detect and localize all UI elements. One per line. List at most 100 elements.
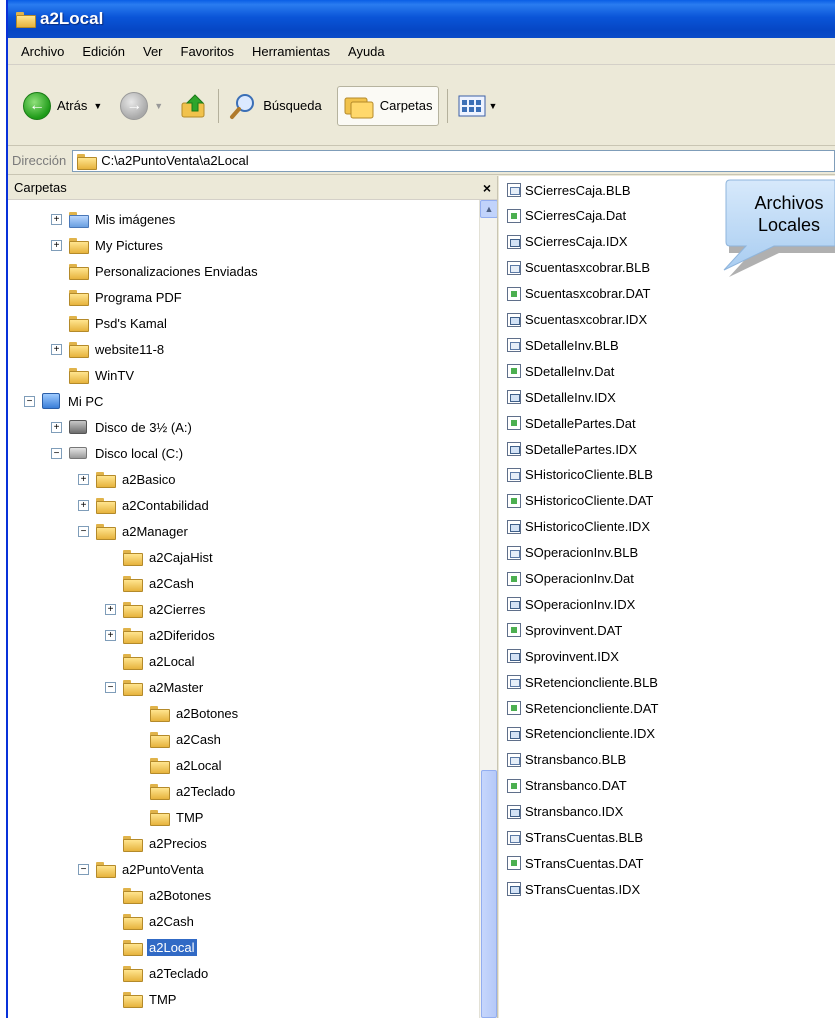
file-item[interactable]: Scuentasxcobrar.DAT — [507, 282, 650, 306]
collapse-icon[interactable]: − — [24, 395, 35, 407]
file-item[interactable]: SDetallePartes.IDX — [507, 437, 637, 461]
forward-button[interactable]: → ▼ — [115, 86, 168, 126]
tree-item[interactable]: − Mi PC — [24, 388, 105, 414]
file-item[interactable]: SDetalleInv.BLB — [507, 333, 619, 357]
file-item[interactable]: SDetalleInv.Dat — [507, 359, 614, 383]
expand-icon[interactable]: + — [51, 421, 62, 433]
file-item[interactable]: SDetalleInv.IDX — [507, 385, 616, 409]
file-item[interactable]: SDetallePartes.Dat — [507, 411, 636, 435]
image-folder-icon — [69, 212, 89, 228]
file-item[interactable]: STransCuentas.DAT — [507, 851, 644, 875]
collapse-icon[interactable]: − — [78, 525, 89, 537]
close-icon[interactable]: × — [483, 180, 491, 196]
tree-item-label: website11-8 — [95, 341, 165, 357]
file-item[interactable]: SHistoricoCliente.DAT — [507, 489, 653, 513]
title-bar[interactable]: a2Local — [8, 0, 835, 38]
collapse-icon[interactable]: − — [105, 681, 116, 693]
file-item[interactable]: Scuentasxcobrar.IDX — [507, 308, 647, 332]
idx-file-icon — [507, 390, 521, 405]
search-button[interactable]: Búsqueda — [223, 86, 327, 126]
tree-item[interactable]: a2Cash — [105, 908, 196, 934]
tree-item[interactable]: + My Pictures — [51, 232, 165, 258]
address-field[interactable]: C:\a2PuntoVenta\a2Local — [72, 149, 835, 172]
tree-item[interactable]: + a2Diferidos — [105, 622, 217, 648]
file-item[interactable]: SCierresCaja.Dat — [507, 204, 626, 228]
file-item[interactable]: STransCuentas.IDX — [507, 877, 640, 901]
tree-item[interactable]: a2Botones — [132, 700, 240, 726]
file-item[interactable]: SRetencioncliente.BLB — [507, 670, 658, 694]
tree-item[interactable]: a2Teclado — [105, 960, 210, 986]
tree-item[interactable]: TMP — [105, 986, 178, 1012]
views-button[interactable]: ▼ — [452, 86, 503, 126]
file-item[interactable]: Sprovinvent.DAT — [507, 618, 622, 642]
file-item[interactable]: Stransbanco.IDX — [507, 800, 623, 824]
tree-item[interactable]: + Disco de 3½ (A:) — [51, 414, 194, 440]
tree-item[interactable]: Personalizaciones Enviadas — [51, 258, 260, 284]
file-item[interactable]: SHistoricoCliente.BLB — [507, 463, 653, 487]
expand-icon[interactable]: + — [51, 343, 62, 355]
file-item[interactable]: Stransbanco.BLB — [507, 748, 626, 772]
chevron-down-icon[interactable]: ▼ — [93, 101, 102, 111]
tree-item[interactable]: a2Teclado — [132, 778, 237, 804]
tree-item[interactable]: a2Local — [132, 752, 224, 778]
tree-item[interactable]: − a2Master — [105, 674, 205, 700]
file-item[interactable]: Scuentasxcobrar.BLB — [507, 256, 650, 280]
tree-item[interactable]: a2Botones — [105, 882, 213, 908]
file-item[interactable]: SRetencioncliente.IDX — [507, 722, 655, 746]
expand-icon[interactable]: + — [51, 239, 62, 251]
chevron-down-icon[interactable]: ▼ — [489, 101, 498, 111]
tree-item[interactable]: + website11-8 — [51, 336, 166, 362]
blb-file-icon — [507, 675, 521, 690]
tree-item[interactable]: + a2Contabilidad — [78, 492, 211, 518]
folders-button[interactable]: Carpetas — [336, 85, 439, 126]
tree-item[interactable]: Programa PDF — [51, 284, 184, 310]
back-button[interactable]: ← Atrás ▼ — [18, 86, 107, 126]
file-item[interactable]: SOperacionInv.BLB — [507, 541, 638, 565]
tree-item[interactable]: + a2Cierres — [105, 596, 207, 622]
expand-icon[interactable]: + — [105, 629, 116, 641]
file-item[interactable]: SCierresCaja.BLB — [507, 178, 631, 202]
file-item[interactable]: SOperacionInv.IDX — [507, 592, 635, 616]
menu-favoritos[interactable]: Favoritos — [172, 38, 243, 65]
tree-item[interactable]: WinTV — [51, 362, 136, 388]
tree-item[interactable]: a2Local — [105, 648, 197, 674]
scroll-up-icon[interactable]: ▲ — [480, 200, 497, 218]
tree-item[interactable]: + Mis imágenes — [51, 206, 177, 232]
tree-item[interactable]: TMP — [132, 804, 205, 830]
file-item[interactable]: Sprovinvent.IDX — [507, 644, 619, 668]
expand-icon[interactable]: + — [78, 473, 89, 485]
file-item[interactable]: SHistoricoCliente.IDX — [507, 515, 650, 539]
tree-item[interactable]: − a2PuntoVenta — [78, 856, 206, 882]
expand-icon[interactable]: + — [105, 603, 116, 615]
menu-herramientas[interactable]: Herramientas — [243, 38, 339, 65]
expand-icon[interactable]: + — [51, 213, 62, 225]
up-folder-button[interactable] — [174, 86, 214, 126]
scroll-thumb[interactable] — [481, 770, 497, 1018]
tree-item[interactable]: Psd's Kamal — [51, 310, 169, 336]
tree-item[interactable]: a2CajaHist — [105, 544, 215, 570]
tree-item[interactable]: a2Cash — [132, 726, 223, 752]
folder-icon — [150, 706, 170, 722]
file-item[interactable]: SRetencioncliente.DAT — [507, 696, 658, 720]
menu-ver[interactable]: Ver — [134, 38, 172, 65]
tree-item[interactable]: a2Cash — [105, 570, 196, 596]
menu-edicion[interactable]: Edición — [73, 38, 134, 65]
file-item[interactable]: STransCuentas.BLB — [507, 826, 643, 850]
folder-icon — [77, 153, 98, 170]
tree-item[interactable]: − a2Manager — [78, 518, 190, 544]
chevron-down-icon[interactable]: ▼ — [154, 101, 163, 111]
tree-item[interactable]: + a2Basico — [78, 466, 177, 492]
collapse-icon[interactable]: − — [51, 447, 62, 459]
tree-item[interactable]: a2Local — [105, 934, 197, 960]
tree-item[interactable]: − Disco local (C:) — [51, 440, 185, 466]
expand-icon[interactable]: + — [78, 499, 89, 511]
collapse-icon[interactable]: − — [78, 863, 89, 875]
callout-line-1: Archivos — [754, 193, 824, 213]
menu-ayuda[interactable]: Ayuda — [339, 38, 394, 65]
file-item[interactable]: SOperacionInv.Dat — [507, 567, 634, 591]
file-item[interactable]: SCierresCaja.IDX — [507, 230, 628, 254]
menu-archivo[interactable]: Archivo — [12, 38, 73, 65]
file-item[interactable]: Stransbanco.DAT — [507, 774, 627, 798]
tree-item[interactable]: a2Precios — [105, 830, 209, 856]
vertical-scrollbar[interactable]: ▲ — [479, 200, 497, 1018]
